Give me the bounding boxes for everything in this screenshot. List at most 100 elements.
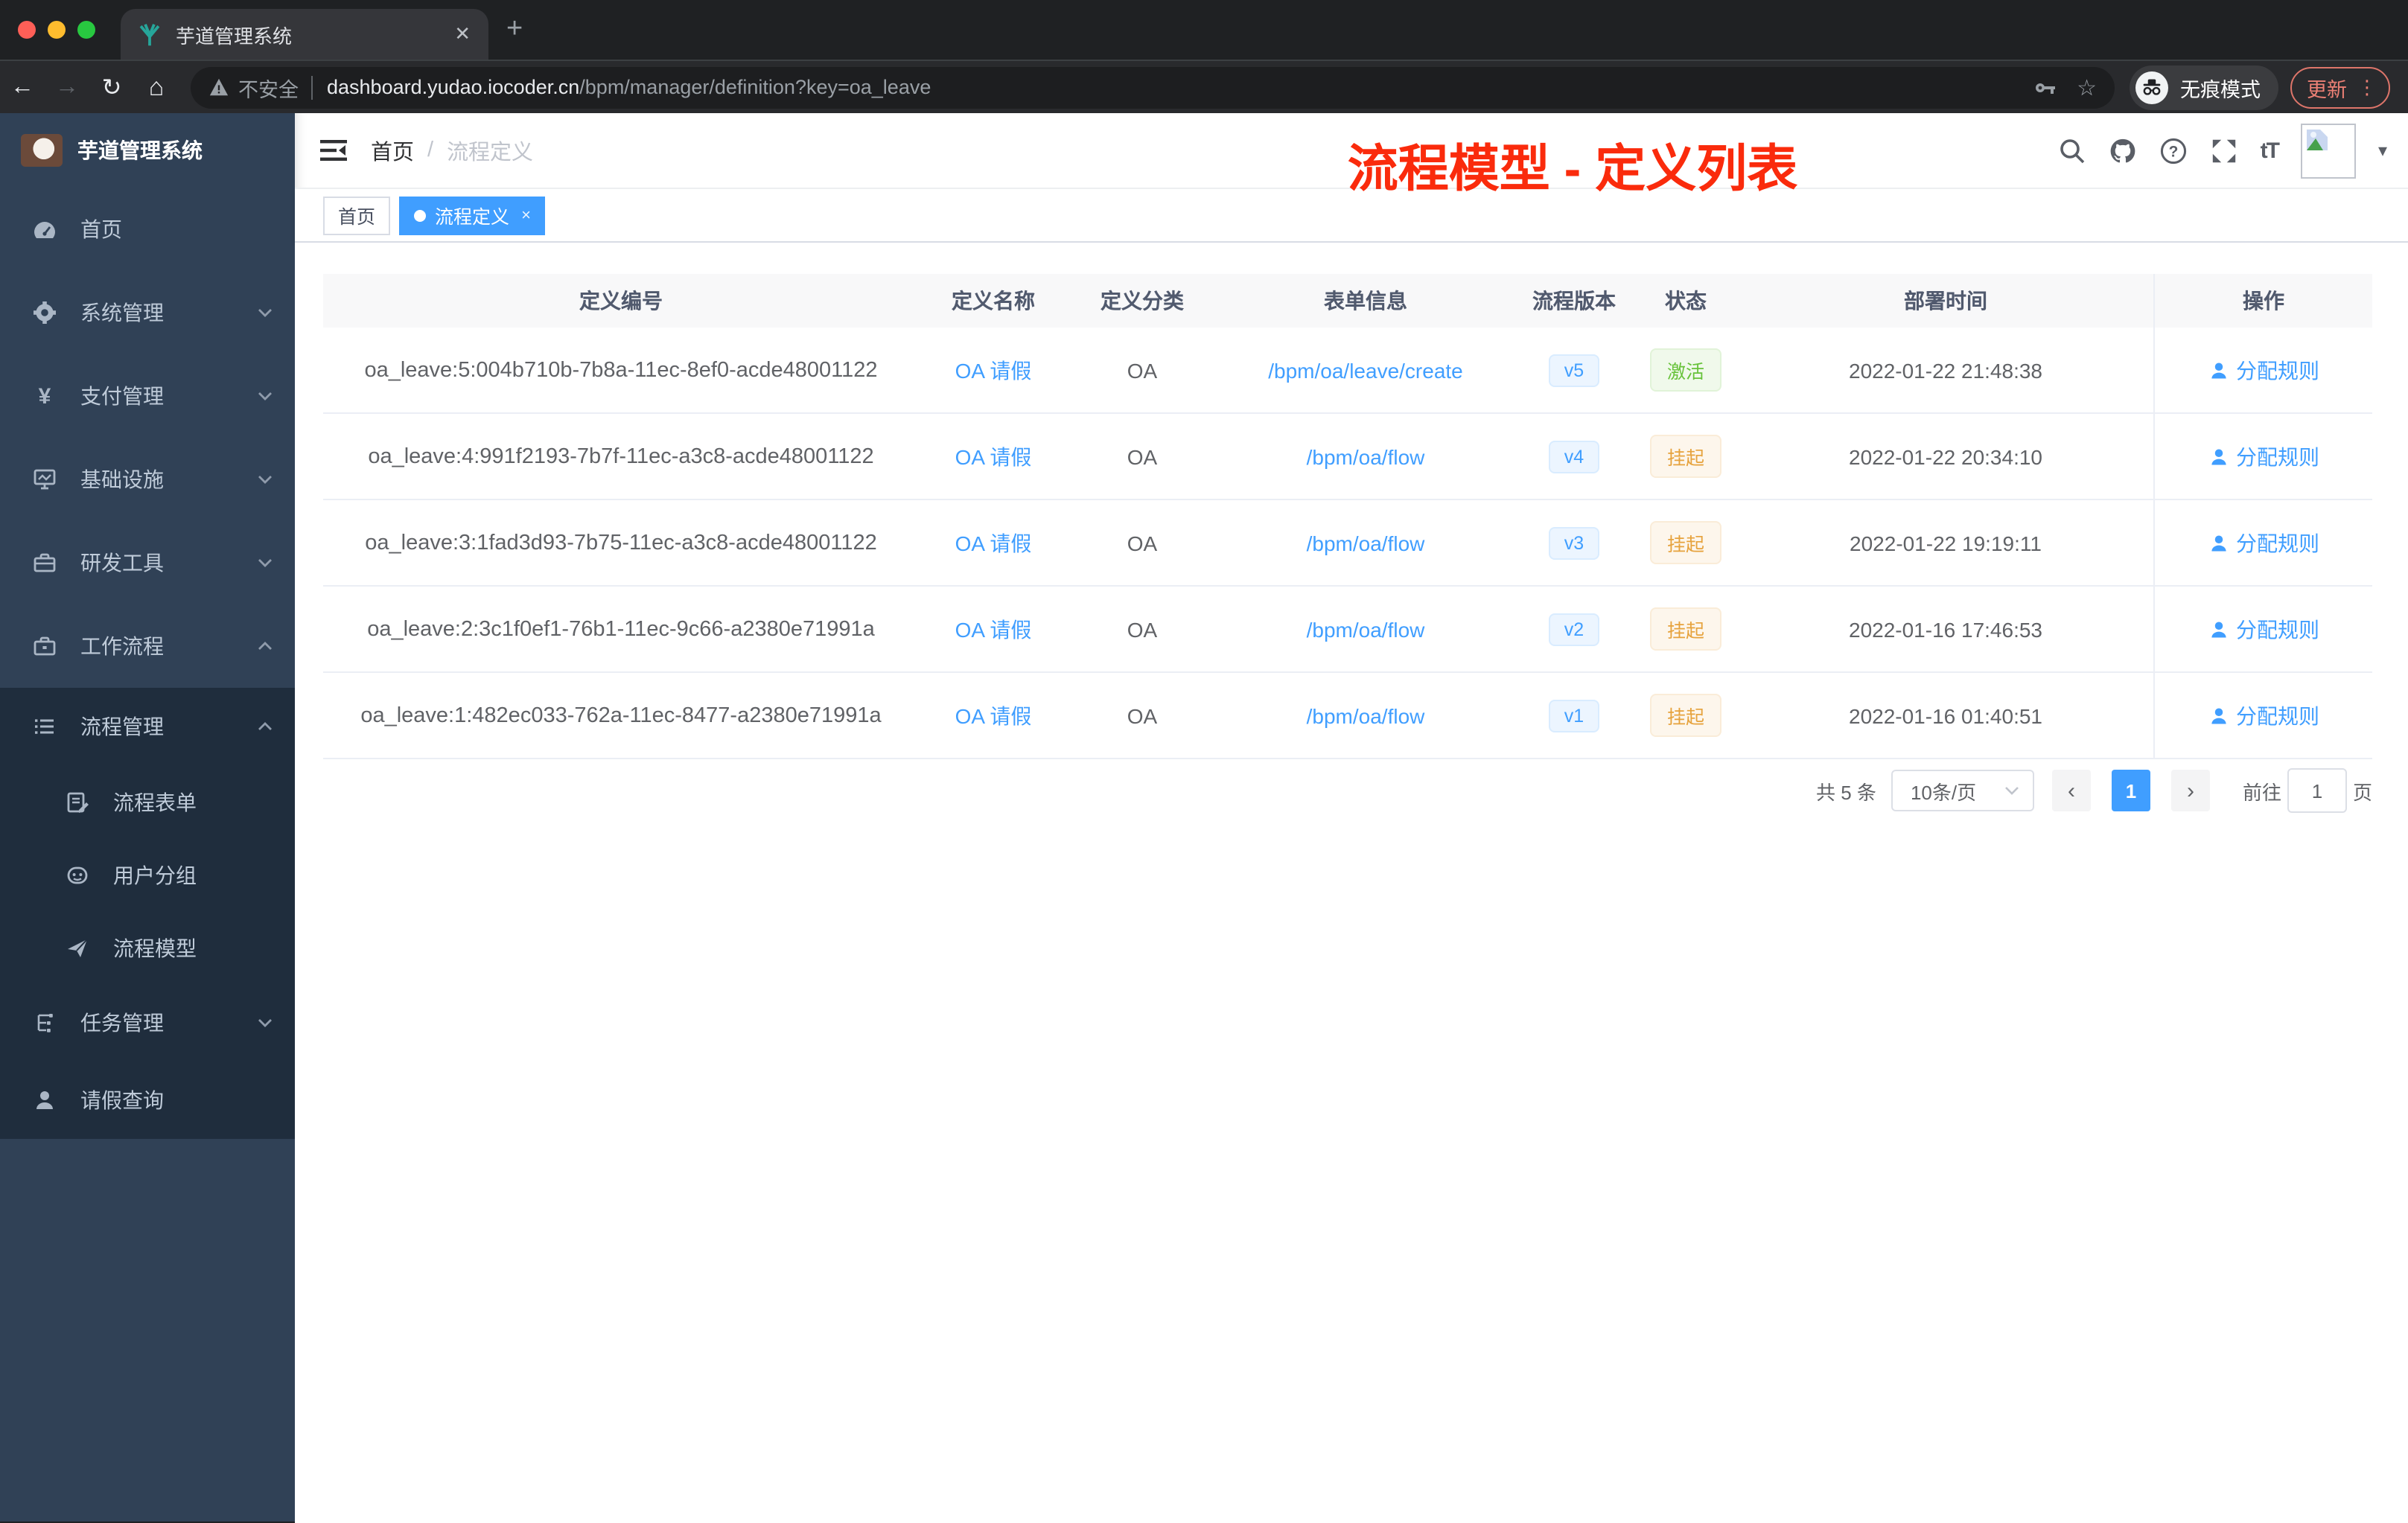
workflow-submenu: 流程管理 流程表单 用户分组 流程模型 任务管理 请假查询: [0, 688, 295, 1139]
incognito-icon: [2135, 71, 2168, 103]
app-title: 芋道管理系统: [77, 138, 203, 162]
new-tab-button[interactable]: [506, 15, 523, 43]
form-info-link[interactable]: /bpm/oa/flow: [1307, 617, 1425, 641]
form-info-link[interactable]: /bpm/oa/leave/create: [1268, 358, 1463, 382]
chevron-down-icon: [258, 392, 272, 400]
url-path: /bpm/manager/definition?key=oa_leave: [579, 76, 931, 98]
app-logo[interactable]: 芋道管理系统: [0, 113, 295, 188]
tag-process-definition[interactable]: 流程定义: [399, 196, 546, 234]
sidebar-item-label: 基础设施: [80, 467, 164, 491]
minimize-window-button[interactable]: [48, 21, 66, 39]
definition-name-link[interactable]: OA 请假: [955, 703, 1032, 727]
help-icon[interactable]: ?: [2159, 136, 2188, 165]
main-panel: 首页 / 流程定义 ? tT 流程模型 - 定义列表: [295, 113, 2408, 1523]
sidebar-item-label: 支付管理: [80, 384, 164, 408]
next-page-button[interactable]: [2170, 770, 2210, 811]
definition-name-link[interactable]: OA 请假: [955, 617, 1032, 641]
search-icon[interactable]: [2058, 136, 2086, 165]
table-header: 定义编号 定义名称 定义分类 表单信息 流程版本 状态 部署时间 操作: [323, 274, 2372, 328]
browser-tab[interactable]: 芋道管理系统: [121, 9, 488, 60]
total-count: 共 5 条: [1816, 781, 1876, 803]
bookmark-star-icon[interactable]: [2077, 74, 2097, 100]
column-header: 表单信息: [1324, 289, 1407, 313]
assign-rule-button[interactable]: 分配规则: [2208, 614, 2319, 644]
back-icon[interactable]: [0, 74, 45, 100]
form-info-link[interactable]: /bpm/oa/flow: [1307, 531, 1425, 555]
definition-name-link[interactable]: OA 请假: [955, 358, 1032, 382]
assign-rule-button[interactable]: 分配规则: [2208, 441, 2319, 471]
version-badge: v5: [1549, 354, 1599, 386]
sidebar-item-home[interactable]: 首页: [0, 188, 295, 271]
sidebar-item-payment[interactable]: ¥ 支付管理: [0, 354, 295, 438]
assign-rule-button[interactable]: 分配规则: [2208, 528, 2319, 558]
goto-page-input[interactable]: [2287, 768, 2347, 813]
sidebar-item-system[interactable]: 系统管理: [0, 271, 295, 354]
column-header: 定义编号: [579, 289, 663, 313]
sidebar-collapse-icon[interactable]: [320, 138, 347, 162]
sidebar-item-label: 流程管理: [80, 715, 164, 738]
password-key-icon[interactable]: [2032, 75, 2056, 99]
sidebar-item-devtools[interactable]: 研发工具: [0, 521, 295, 604]
monitor-icon: [34, 469, 56, 490]
divider: [310, 75, 312, 99]
list-icon: [35, 719, 54, 734]
browser-tabstrip: 芋道管理系统: [0, 0, 2408, 60]
deploy-time: 2022-01-16 17:46:53: [1849, 617, 2042, 641]
address-bar[interactable]: 不安全 dashboard.yudao.iocoder.cn/bpm/manag…: [191, 66, 2115, 108]
user-avatar[interactable]: [2300, 123, 2356, 178]
browser-menu-icon[interactable]: [2357, 75, 2377, 99]
table-row: oa_leave:1:482ec033-762a-11ec-8477-a2380…: [323, 673, 2372, 759]
maximize-window-button[interactable]: [77, 21, 95, 39]
sidebar-item-process-form[interactable]: 流程表单: [0, 765, 295, 838]
sidebar-item-leave-query[interactable]: 请假查询: [0, 1061, 295, 1139]
home-icon[interactable]: [134, 72, 179, 102]
form-info-link[interactable]: /bpm/oa/flow: [1307, 444, 1425, 468]
breadcrumb-home[interactable]: 首页: [371, 135, 414, 166]
sidebar-item-label: 流程表单: [113, 790, 197, 814]
page-size-value: 10条/页: [1910, 781, 1977, 803]
dashboard-icon: [34, 222, 55, 238]
assign-rule-label: 分配规则: [2236, 531, 2319, 555]
definition-name-link[interactable]: OA 请假: [955, 444, 1032, 468]
security-label[interactable]: 不安全: [238, 72, 299, 102]
github-icon[interactable]: [2109, 136, 2137, 165]
page-number-button[interactable]: 1: [2111, 770, 2150, 811]
chevron-down-icon: [258, 559, 272, 567]
table-row: oa_leave:4:991f2193-7b7f-11ec-a3c8-acde4…: [323, 414, 2372, 500]
status-badge: 挂起: [1650, 521, 1721, 564]
close-window-button[interactable]: [18, 21, 36, 39]
tree-icon: [37, 1014, 53, 1032]
tab-title: 芋道管理系统: [176, 25, 293, 47]
assign-user-icon: [2211, 362, 2226, 378]
sidebar-item-task-management[interactable]: 任务管理: [0, 984, 295, 1061]
form-info-link[interactable]: /bpm/oa/flow: [1307, 703, 1425, 727]
sidebar-item-user-group[interactable]: 用户分组: [0, 838, 295, 911]
sidebar-item-workflow[interactable]: 工作流程: [0, 604, 295, 688]
assign-rule-button[interactable]: 分配规则: [2208, 355, 2319, 385]
sidebar-item-label: 工作流程: [80, 634, 164, 658]
column-header: 状态: [1665, 289, 1707, 313]
window-controls[interactable]: [18, 21, 95, 39]
definition-name-link[interactable]: OA 请假: [955, 531, 1032, 555]
version-badge: v4: [1549, 440, 1599, 473]
fullscreen-icon[interactable]: [2210, 136, 2238, 165]
sidebar-item-infrastructure[interactable]: 基础设施: [0, 438, 295, 521]
tag-close-icon[interactable]: [521, 206, 531, 224]
navbar-actions: ? tT: [2058, 113, 2387, 188]
reload-icon[interactable]: [89, 72, 134, 102]
assign-user-icon: [2211, 707, 2226, 724]
browser-toolbar: 不安全 dashboard.yudao.iocoder.cn/bpm/manag…: [0, 60, 2408, 113]
update-button[interactable]: 更新: [2290, 66, 2390, 108]
assign-rule-button[interactable]: 分配规则: [2208, 700, 2319, 730]
chevron-down-icon: [258, 309, 272, 317]
tab-close-icon[interactable]: [451, 22, 474, 46]
forward-icon[interactable]: [45, 74, 89, 100]
sidebar-item-process-management[interactable]: 流程管理: [0, 688, 295, 765]
sidebar-item-process-model[interactable]: 流程模型: [0, 911, 295, 984]
tag-home[interactable]: 首页: [323, 196, 391, 234]
top-navbar: 首页 / 流程定义 ? tT 流程模型 - 定义列表: [295, 113, 2408, 198]
page-size-select[interactable]: 10条/页: [1891, 770, 2034, 811]
avatar-dropdown-icon[interactable]: [2378, 140, 2387, 161]
prev-page-button[interactable]: [2051, 770, 2091, 811]
font-size-icon[interactable]: tT: [2261, 138, 2280, 163]
